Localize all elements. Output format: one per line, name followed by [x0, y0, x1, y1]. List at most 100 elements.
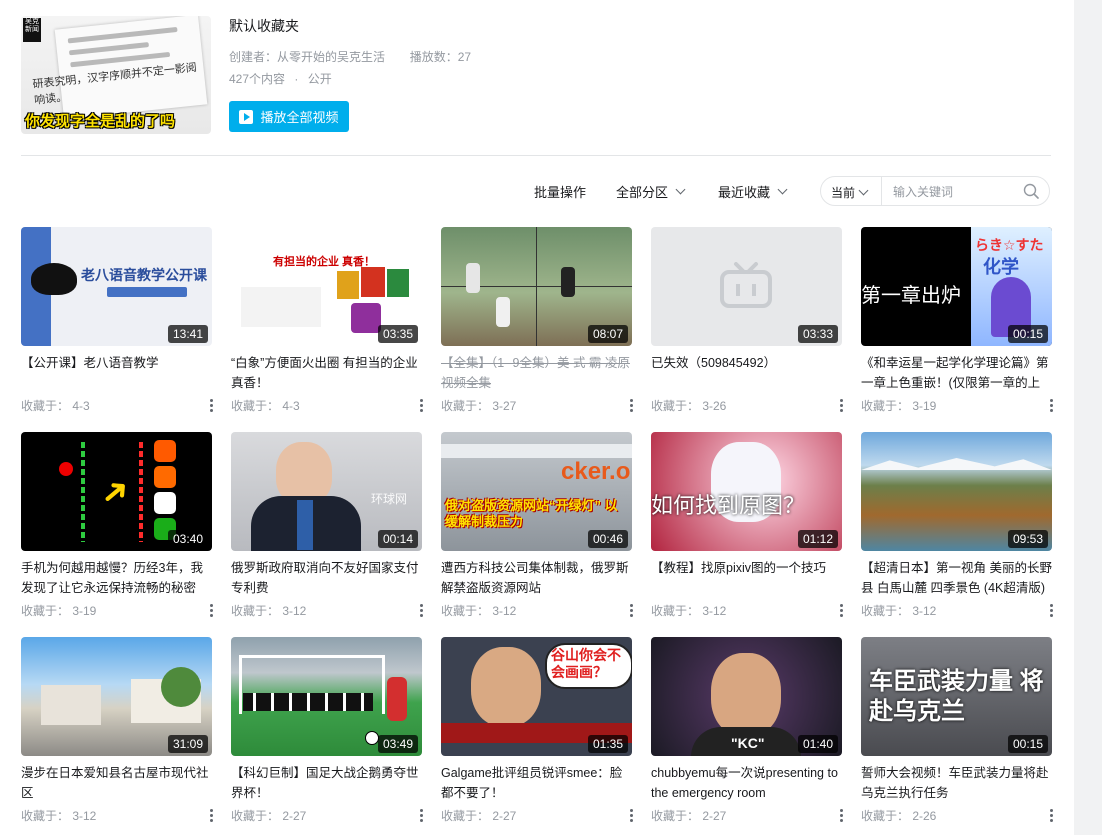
favorited-date: 收藏于： 2-27 — [441, 809, 517, 823]
more-options-icon[interactable] — [1050, 809, 1054, 822]
video-card[interactable]: "KC" 01:40 chubbyemu每一次说presenting to th… — [651, 637, 844, 824]
more-options-icon[interactable] — [630, 399, 634, 412]
video-thumbnail[interactable]: 08:07 — [441, 227, 632, 346]
favorited-date: 收藏于： 3-12 — [861, 604, 937, 618]
video-card[interactable]: 31:09 漫步在日本爱知县名古屋市现代社区 收藏于： 3-12 — [21, 637, 214, 824]
more-options-icon[interactable] — [630, 604, 634, 617]
favorited-date: 收藏于： 3-12 — [231, 604, 307, 618]
batch-operation-label: 批量操作 — [534, 185, 587, 200]
more-options-icon[interactable] — [210, 809, 214, 822]
video-title[interactable]: 漫步在日本爱知县名古屋市现代社区 — [21, 763, 212, 803]
video-title[interactable]: 俄罗斯政府取消向不友好国家支付专利费 — [231, 558, 422, 598]
video-card[interactable]: 环球网 00:14 俄罗斯政府取消向不友好国家支付专利费 收藏于： 3-12 — [231, 432, 424, 619]
folder-title: 默认收藏夹 — [229, 18, 299, 34]
video-meta: 收藏于： 3-27 — [441, 397, 634, 414]
scope-separator — [881, 177, 882, 205]
video-card[interactable]: 谷山你会不会画画？ 01:35 Galgame批评组员锐评smee：脸都不要了！… — [441, 637, 634, 824]
video-title[interactable]: 【全集】（1--9全集）美 式 霸 凌原视频全集 — [441, 353, 632, 393]
video-meta: 收藏于： 3-12 — [651, 602, 844, 619]
video-thumbnail[interactable]: 谷山你会不会画画？ 01:35 — [441, 637, 632, 756]
search-scope-dropdown[interactable]: 当前 — [831, 184, 869, 201]
more-options-icon[interactable] — [420, 604, 424, 617]
video-card[interactable]: 车臣武装力量 将赴乌克兰 00:15 誓师大会视频！车臣武装力量将赴乌克兰执行任… — [861, 637, 1054, 824]
video-card[interactable]: らき☆すた 化学 第一章出炉 00:15 《和幸运星一起学化学理论篇》第一章上色… — [861, 227, 1054, 414]
favorited-date: 收藏于： 4-3 — [231, 399, 300, 413]
more-options-icon[interactable] — [630, 809, 634, 822]
video-card[interactable]: cker.org 俄对盗版资源网站“开绿灯” 以缓解制裁压力 00:46 遭西方… — [441, 432, 634, 619]
play-all-label: 播放全部视频 — [260, 110, 339, 125]
video-duration: 03:40 — [167, 530, 208, 548]
video-thumbnail[interactable]: 老八语音教学公开课 13:41 — [21, 227, 212, 346]
folder-cover: 研表究明，汉字序顺并不定一影阅响读。 吴克 新闻 你发现字全是乱的了吗 — [21, 16, 211, 134]
video-duration: 08:07 — [587, 325, 628, 343]
favorited-date: 收藏于： 3-19 — [21, 604, 97, 618]
more-options-icon[interactable] — [420, 809, 424, 822]
video-meta: 收藏于： 3-12 — [21, 807, 214, 824]
video-thumbnail[interactable]: 车臣武装力量 将赴乌克兰 00:15 — [861, 637, 1052, 756]
video-meta: 收藏于： 4-3 — [21, 397, 214, 414]
more-options-icon[interactable] — [840, 399, 844, 412]
video-title[interactable]: 已失效（509845492） — [651, 353, 842, 393]
sort-dropdown[interactable]: 最近收藏 — [718, 182, 788, 201]
video-title[interactable]: 誓师大会视频！车臣武装力量将赴乌克兰执行任务 — [861, 763, 1052, 803]
video-card[interactable]: 老八语音教学公开课 13:41 【公开课】老八语音教学 收藏于： 4-3 — [21, 227, 214, 414]
video-thumbnail[interactable]: らき☆すた 化学 第一章出炉 00:15 — [861, 227, 1052, 346]
batch-operation-button[interactable]: 批量操作 — [534, 182, 586, 201]
more-options-icon[interactable] — [210, 399, 214, 412]
category-dropdown[interactable]: 全部分区 — [616, 182, 686, 201]
more-options-icon[interactable] — [840, 604, 844, 617]
video-thumbnail[interactable]: ➜ 03:40 — [21, 432, 212, 551]
more-options-icon[interactable] — [1050, 399, 1054, 412]
video-meta: 收藏于： 2-27 — [231, 807, 424, 824]
video-card[interactable]: 有担当的企业 真香！ 03:35 “白象”方便面火出圈 有担当的企业 真香！ 收… — [231, 227, 424, 414]
video-card[interactable]: 03:49 【科幻巨制】国足大战企鹅勇夺世界杯！ 收藏于： 2-27 — [231, 637, 424, 824]
video-card[interactable]: ➜ 03:40 手机为何越用越慢？历经3年，我发现了让它永远保持流畅的秘密 收藏… — [21, 432, 214, 619]
favorited-date: 收藏于： 2-27 — [651, 809, 727, 823]
video-thumbnail[interactable]: 03:33 — [651, 227, 842, 346]
video-duration: 01:35 — [587, 735, 628, 753]
more-options-icon[interactable] — [1050, 604, 1054, 617]
video-meta: 收藏于： 3-19 — [21, 602, 214, 619]
more-options-icon[interactable] — [210, 604, 214, 617]
video-duration: 01:40 — [797, 735, 838, 753]
video-card[interactable]: 03:33 已失效（509845492） 收藏于： 3-26 — [651, 227, 844, 414]
video-title[interactable]: 【教程】找原pixiv图的一个技巧 — [651, 558, 842, 598]
search-box: 当前 — [820, 176, 1050, 206]
video-title[interactable]: 【科幻巨制】国足大战企鹅勇夺世界杯！ — [231, 763, 422, 803]
video-meta: 收藏于： 3-12 — [231, 602, 424, 619]
video-title[interactable]: 【公开课】老八语音教学 — [21, 353, 212, 393]
video-card[interactable]: 08:07 【全集】（1--9全集）美 式 霸 凌原视频全集 收藏于： 3-27 — [441, 227, 634, 414]
folder-creator[interactable]: 创建者：从零开始的吴克生活 — [229, 50, 385, 64]
video-duration: 03:33 — [797, 325, 838, 343]
favorited-date: 收藏于： 3-26 — [651, 399, 727, 413]
search-icon[interactable] — [1023, 183, 1039, 199]
video-title[interactable]: chubbyemu每一次说presenting to the emergency… — [651, 763, 842, 803]
video-title[interactable]: 遭西方科技公司集体制裁，俄罗斯解禁盗版资源网站 — [441, 558, 632, 598]
video-duration: 01:12 — [797, 530, 838, 548]
video-thumbnail[interactable]: "KC" 01:40 — [651, 637, 842, 756]
video-title[interactable]: “白象”方便面火出圈 有担当的企业 真香！ — [231, 353, 422, 393]
folder-plays: 播放数：27 — [409, 50, 472, 64]
play-all-button[interactable]: 播放全部视频 — [229, 101, 349, 132]
video-title[interactable]: 手机为何越用越慢？历经3年，我发现了让它永远保持流畅的秘密 — [21, 558, 212, 598]
video-thumbnail[interactable]: 03:49 — [231, 637, 422, 756]
video-thumbnail[interactable]: 如何找到原图？ 01:12 — [651, 432, 842, 551]
video-duration: 00:46 — [587, 530, 628, 548]
video-duration: 00:15 — [1007, 735, 1048, 753]
video-thumbnail[interactable]: 09:53 — [861, 432, 1052, 551]
cover-badge: 吴克 新闻 — [23, 18, 41, 42]
video-title[interactable]: Galgame批评组员锐评smee：脸都不要了！ — [441, 763, 632, 803]
video-thumbnail[interactable]: cker.org 俄对盗版资源网站“开绿灯” 以缓解制裁压力 00:46 — [441, 432, 632, 551]
video-title[interactable]: 【超清日本】第一视角 美丽的长野县 白馬山麓 四季景色 (4K超清版) — [861, 558, 1052, 598]
video-thumbnail[interactable]: 环球网 00:14 — [231, 432, 422, 551]
video-duration: 00:15 — [1007, 325, 1048, 343]
video-thumbnail[interactable]: 31:09 — [21, 637, 212, 756]
folder-count-row: 427个内容 · 公开 — [229, 72, 332, 86]
video-card[interactable]: 如何找到原图？ 01:12 【教程】找原pixiv图的一个技巧 收藏于： 3-1… — [651, 432, 844, 619]
video-thumbnail[interactable]: 有担当的企业 真香！ 03:35 — [231, 227, 422, 346]
video-card[interactable]: 09:53 【超清日本】第一视角 美丽的长野县 白馬山麓 四季景色 (4K超清版… — [861, 432, 1054, 619]
video-title[interactable]: 《和幸运星一起学化学理论篇》第一章上色重嵌！(仅限第一章的上色 — [861, 353, 1052, 393]
search-input[interactable] — [891, 181, 1015, 203]
more-options-icon[interactable] — [840, 809, 844, 822]
more-options-icon[interactable] — [420, 399, 424, 412]
